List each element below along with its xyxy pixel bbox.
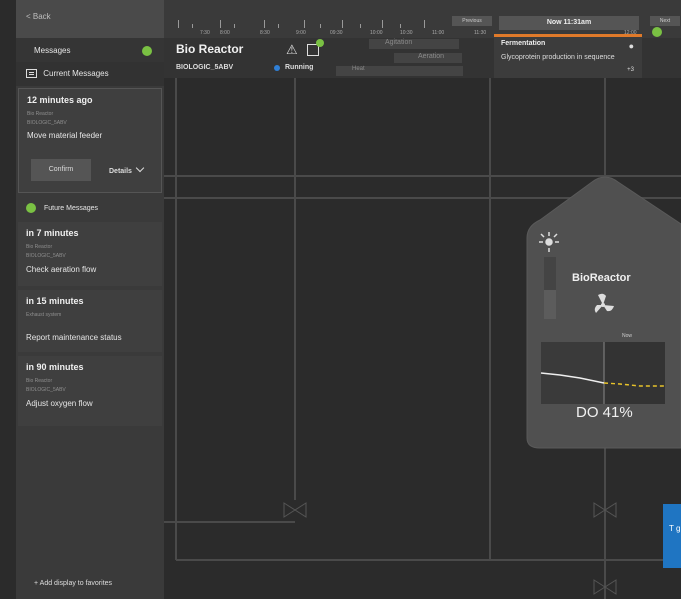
side-panel-tab[interactable]: T g bbox=[663, 504, 681, 568]
process-diagram bbox=[164, 78, 681, 599]
do-value: DO 41% bbox=[576, 404, 633, 421]
now-label: Now bbox=[622, 333, 633, 339]
reactor-title: BioReactor bbox=[572, 272, 631, 284]
